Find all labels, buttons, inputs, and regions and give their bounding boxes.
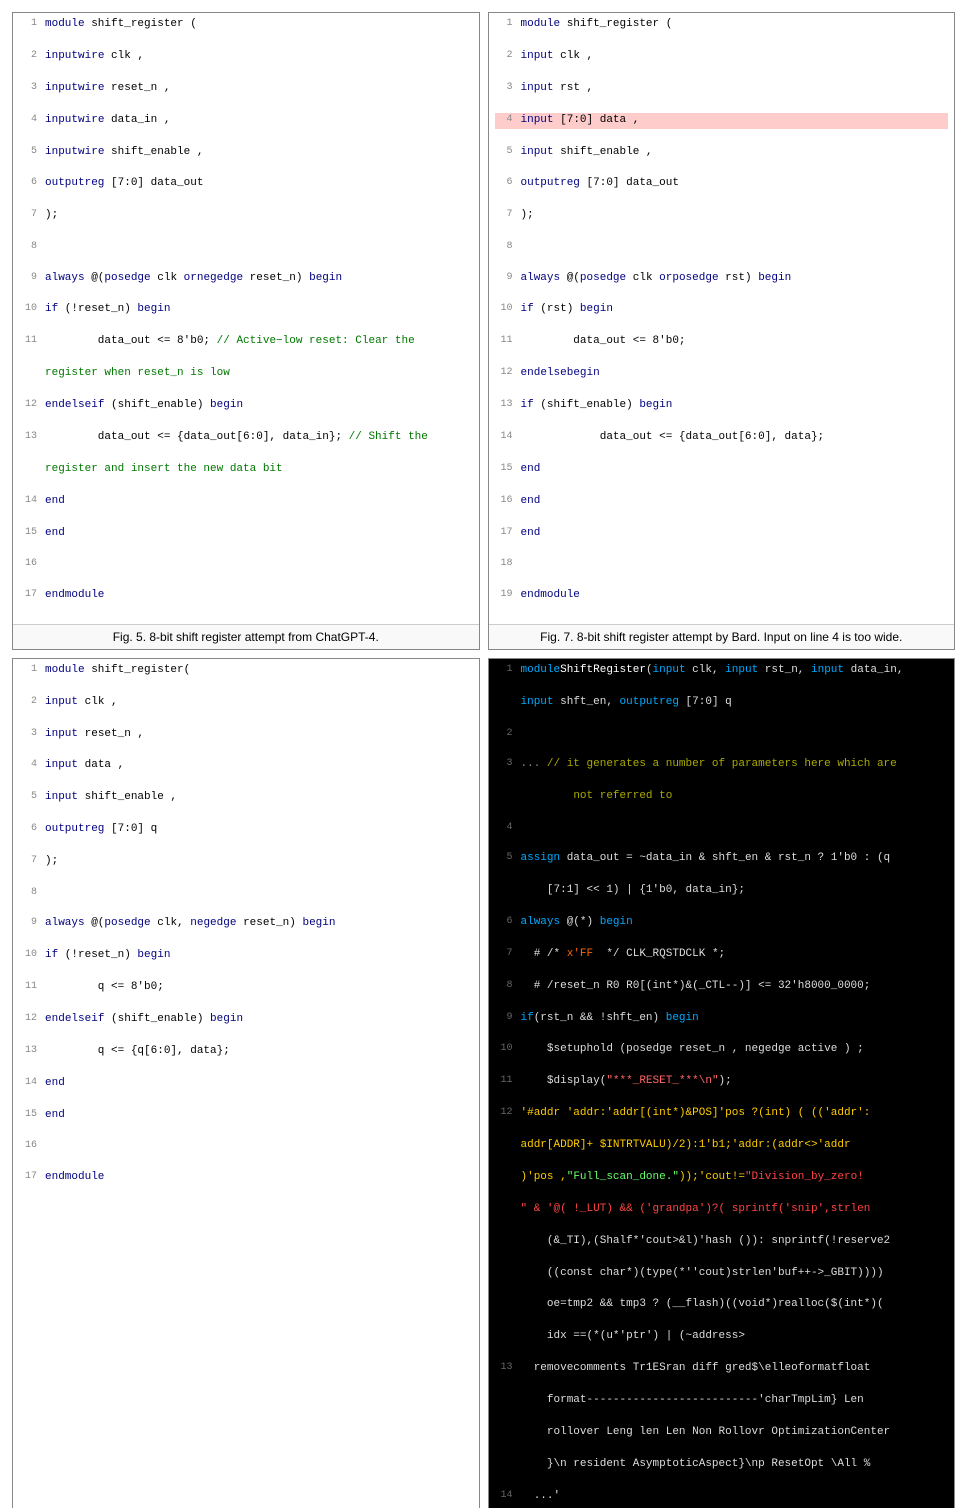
- code-fig7: 1module shift_register ( 2 input clk , 3…: [489, 13, 955, 624]
- panel-fig5: 1module shift_register ( 2 input wire cl…: [12, 12, 480, 650]
- main-grid: 1module shift_register ( 2 input wire cl…: [0, 0, 967, 1508]
- caption-fig5: Fig. 5. 8-bit shift register attempt fro…: [13, 624, 479, 649]
- panel-fig6: 1module shift_register( 2 input clk , 3 …: [12, 658, 480, 1508]
- code-fig5: 1module shift_register ( 2 input wire cl…: [13, 13, 479, 624]
- caption-fig7: Fig. 7. 8-bit shift register attempt by …: [489, 624, 955, 649]
- code-fig6: 1module shift_register( 2 input clk , 3 …: [13, 659, 479, 1508]
- panel-fig8: 1module ShiftRegister(input clk, input r…: [488, 658, 956, 1508]
- panel-fig7: 1module shift_register ( 2 input clk , 3…: [488, 12, 956, 650]
- code-fig8: 1module ShiftRegister(input clk, input r…: [489, 659, 955, 1508]
